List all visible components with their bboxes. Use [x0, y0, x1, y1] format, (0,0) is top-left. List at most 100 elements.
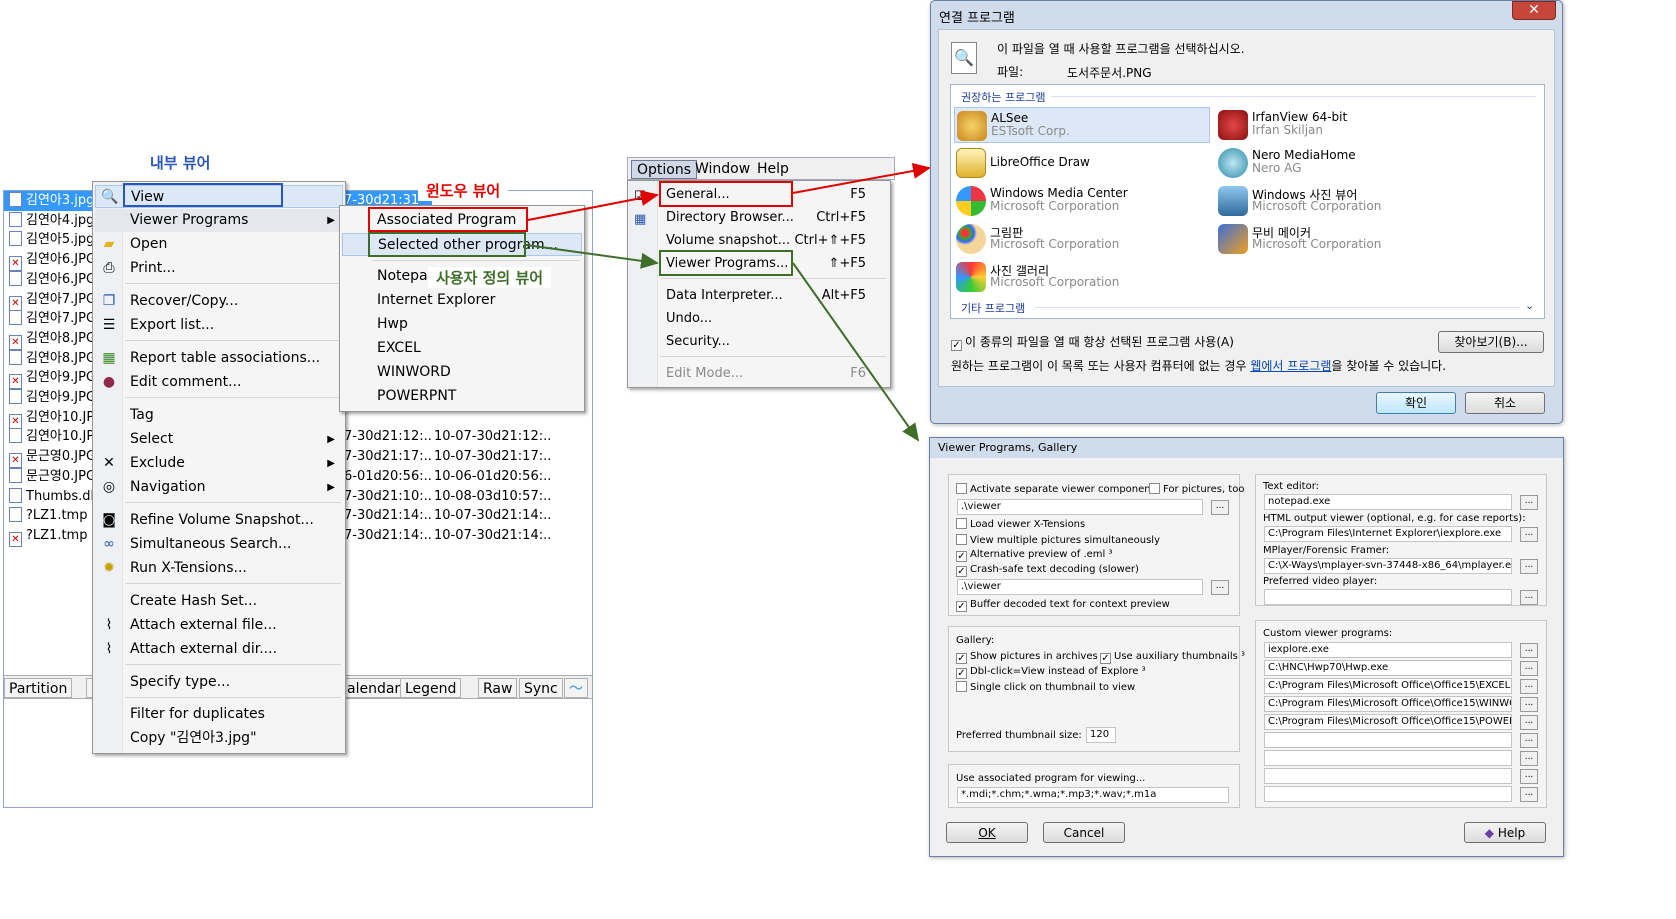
custom-viewer-field[interactable]: C:\Program Files\Microsoft Office\Office…	[1264, 696, 1512, 712]
browse-viewer-button[interactable]: ...	[1211, 500, 1229, 515]
custom-viewers-group: Custom viewer programs: iexplore.exe... C…	[1255, 620, 1547, 808]
browse-custom-button[interactable]: ...	[1520, 643, 1538, 658]
browse-custom-button[interactable]: ...	[1520, 697, 1538, 712]
file-name: 도서주문서.PNG	[1067, 66, 1152, 80]
associated-viewing-label: Use associated program for viewing...	[956, 773, 1146, 784]
other-programs-header[interactable]: 기타 프로그램	[961, 300, 1025, 316]
browse-custom-button[interactable]: ...	[1520, 679, 1538, 694]
alsee-icon	[957, 111, 987, 141]
viewer-path-field-2[interactable]: .\viewer	[957, 579, 1203, 595]
program-libreoffice-draw[interactable]: LibreOffice Draw	[954, 145, 1204, 181]
browse-html-button[interactable]: ...	[1520, 527, 1538, 542]
video-player-field[interactable]	[1264, 589, 1512, 605]
ok-button[interactable]: 확인	[1376, 392, 1456, 414]
browse-custom-button[interactable]: ...	[1520, 661, 1538, 676]
custom-viewer-field[interactable]	[1264, 786, 1512, 802]
multiple-pictures-checkbox[interactable]: View multiple pictures simultaneously	[956, 534, 1160, 546]
paint-palette-icon	[956, 224, 986, 254]
ok-button[interactable]: OK	[946, 822, 1028, 843]
program-list: 권장하는 프로그램 ALSee ESTsoft Corp. IrfanView 6…	[950, 84, 1545, 319]
dialog-body: 🔍 이 파일을 열 때 사용할 프로그램을 선택하십시오. 파일: 도서주문서.…	[938, 29, 1555, 387]
custom-viewer-field[interactable]: C:\HNC\Hwp70\Hwp.exe	[1264, 660, 1512, 676]
program-paint[interactable]: 그림판 Microsoft Corporation	[954, 221, 1204, 257]
show-archives-checkbox[interactable]: ✓ Show pictures in archives	[956, 651, 1098, 664]
program-irfanview[interactable]: IrfanView 64-bit Irfan Skiljan	[1216, 107, 1466, 143]
arrow-general-to-open-with	[792, 163, 931, 194]
dialog-title: 연결 프로그램	[939, 11, 1015, 26]
cancel-button[interactable]: Cancel	[1043, 822, 1125, 843]
activate-viewer-checkbox[interactable]: Activate separate viewer component	[956, 483, 1155, 495]
browse-button[interactable]: 찾아보기(B)...	[1438, 331, 1544, 353]
web-note: 원하는 프로그램이 이 목록 또는 사용자 컴퓨터에 없는 경우 웹에서 프로그…	[951, 359, 1447, 373]
thumbnail-size-field[interactable]: 120	[1086, 727, 1116, 743]
custom-viewer-field[interactable]	[1264, 750, 1512, 766]
arrow-viewer-programs-to-gallery	[792, 262, 920, 442]
html-viewer-label: HTML output viewer (optional, e.g. for c…	[1263, 513, 1526, 524]
program-nero[interactable]: Nero MediaHome Nero AG	[1216, 145, 1466, 181]
html-viewer-field[interactable]: C:\Program Files\Internet Explorer\iexpl…	[1264, 526, 1512, 542]
program-media-center[interactable]: Windows Media Center Microsoft Corporatio…	[954, 183, 1204, 219]
associated-viewing-group: Use associated program for viewing... *.…	[948, 764, 1240, 808]
program-photo-gallery[interactable]: 사진 갤러리 Microsoft Corporation	[954, 259, 1204, 295]
aux-thumbnails-checkbox[interactable]: ✓ Use auxiliary thumbnails ³	[1100, 651, 1245, 664]
checkbox-checked-icon: ✓	[951, 340, 962, 351]
web-programs-link[interactable]: 웹에서 프로그램	[1250, 359, 1331, 373]
alt-eml-checkbox[interactable]: ✓ Alternative preview of .eml ³	[956, 549, 1113, 562]
custom-viewer-field[interactable]: C:\Program Files\Microsoft Office\Office…	[1264, 678, 1512, 694]
arrow-associated-to-general	[527, 190, 659, 221]
custom-viewers-label: Custom viewer programs:	[1263, 628, 1393, 639]
instruction-text: 이 파일을 열 때 사용할 프로그램을 선택하십시오.	[997, 42, 1245, 56]
expand-chevron-icon[interactable]: ⌄	[1525, 299, 1534, 312]
text-editor-label: Text editor:	[1263, 481, 1320, 492]
browse-custom-button[interactable]: ...	[1520, 769, 1538, 784]
always-use-checkbox[interactable]: ✓ 이 종류의 파일을 열 때 항상 선택된 프로그램 사용(A)	[951, 333, 1234, 351]
text-editor-field[interactable]: notepad.exe	[1264, 494, 1512, 510]
photo-gallery-icon	[956, 262, 986, 292]
open-with-dialog: 연결 프로그램 ✕ 🔍 이 파일을 열 때 사용할 프로그램을 선택하십시오. …	[930, 0, 1563, 424]
browse-mplayer-button[interactable]: ...	[1520, 559, 1538, 574]
for-pictures-checkbox[interactable]: For pictures, too	[1149, 483, 1244, 495]
browse-editor-button[interactable]: ...	[1520, 495, 1538, 510]
gallery-label: Gallery:	[956, 635, 995, 646]
header-rule	[1051, 96, 1536, 97]
gallery-group: Gallery: ✓ Show pictures in archives ✓ Use…	[948, 626, 1245, 752]
load-xtensions-checkbox[interactable]: Load viewer X-Tensions	[956, 518, 1085, 530]
cancel-button[interactable]: 취소	[1465, 392, 1545, 414]
video-player-label: Preferred video player:	[1263, 576, 1378, 587]
irfanview-icon	[1218, 110, 1248, 140]
viewer-path-field[interactable]: .\viewer	[957, 499, 1203, 515]
help-button[interactable]: ◆ Help	[1464, 822, 1546, 843]
viewer-programs-dialog: Viewer Programs, Gallery Activate separa…	[929, 437, 1564, 857]
file-search-icon: 🔍	[951, 42, 977, 74]
program-movie-maker[interactable]: 무비 메이커 Microsoft Corporation	[1216, 221, 1466, 257]
mplayer-label: MPlayer/Forensic Framer:	[1263, 545, 1390, 556]
file-label: 파일:	[997, 65, 1024, 79]
close-button[interactable]: ✕	[1512, 1, 1556, 20]
arrow-selected-to-viewer-programs	[525, 244, 659, 269]
custom-viewer-field[interactable]: C:\Program Files\Microsoft Office\Office…	[1264, 714, 1512, 730]
photo-viewer-icon	[1218, 186, 1248, 216]
browse-viewer-button-2[interactable]: ...	[1211, 580, 1229, 595]
movie-maker-icon	[1218, 224, 1248, 254]
program-photo-viewer[interactable]: Windows 사진 뷰어 Microsoft Corporation	[1216, 183, 1466, 219]
mplayer-field[interactable]: C:\X-Ways\mplayer-svn-37448-x86_64\mplay…	[1264, 558, 1512, 574]
custom-viewer-field[interactable]	[1264, 732, 1512, 748]
browse-video-button[interactable]: ...	[1520, 590, 1538, 605]
browse-custom-button[interactable]: ...	[1520, 715, 1538, 730]
nero-home-icon	[1218, 148, 1248, 178]
browse-custom-button[interactable]: ...	[1520, 751, 1538, 766]
associated-extensions-field[interactable]: *.mdi;*.chm;*.wma;*.mp3;*.wav;*.m1a	[957, 787, 1229, 803]
header-rule	[1035, 307, 1520, 308]
browse-custom-button[interactable]: ...	[1520, 733, 1538, 748]
thumbnail-size-label: Preferred thumbnail size:	[956, 730, 1082, 741]
crash-safe-checkbox[interactable]: ✓ Crash-safe text decoding (slower)	[956, 564, 1139, 577]
buffer-text-checkbox[interactable]: ✓ Buffer decoded text for context preview	[956, 599, 1170, 612]
single-click-checkbox[interactable]: Single click on thumbnail to view	[956, 681, 1135, 693]
viewer-group: Activate separate viewer component For p…	[948, 474, 1244, 616]
external-programs-group: Text editor: notepad.exe ... HTML output…	[1255, 474, 1547, 606]
custom-viewer-field[interactable]: iexplore.exe	[1264, 642, 1512, 658]
custom-viewer-field[interactable]	[1264, 768, 1512, 784]
browse-custom-button[interactable]: ...	[1520, 787, 1538, 802]
program-alsee[interactable]: ALSee ESTsoft Corp.	[954, 107, 1210, 143]
dblclick-view-checkbox[interactable]: ✓ Dbl-click=View instead of Explore ³	[956, 666, 1146, 679]
